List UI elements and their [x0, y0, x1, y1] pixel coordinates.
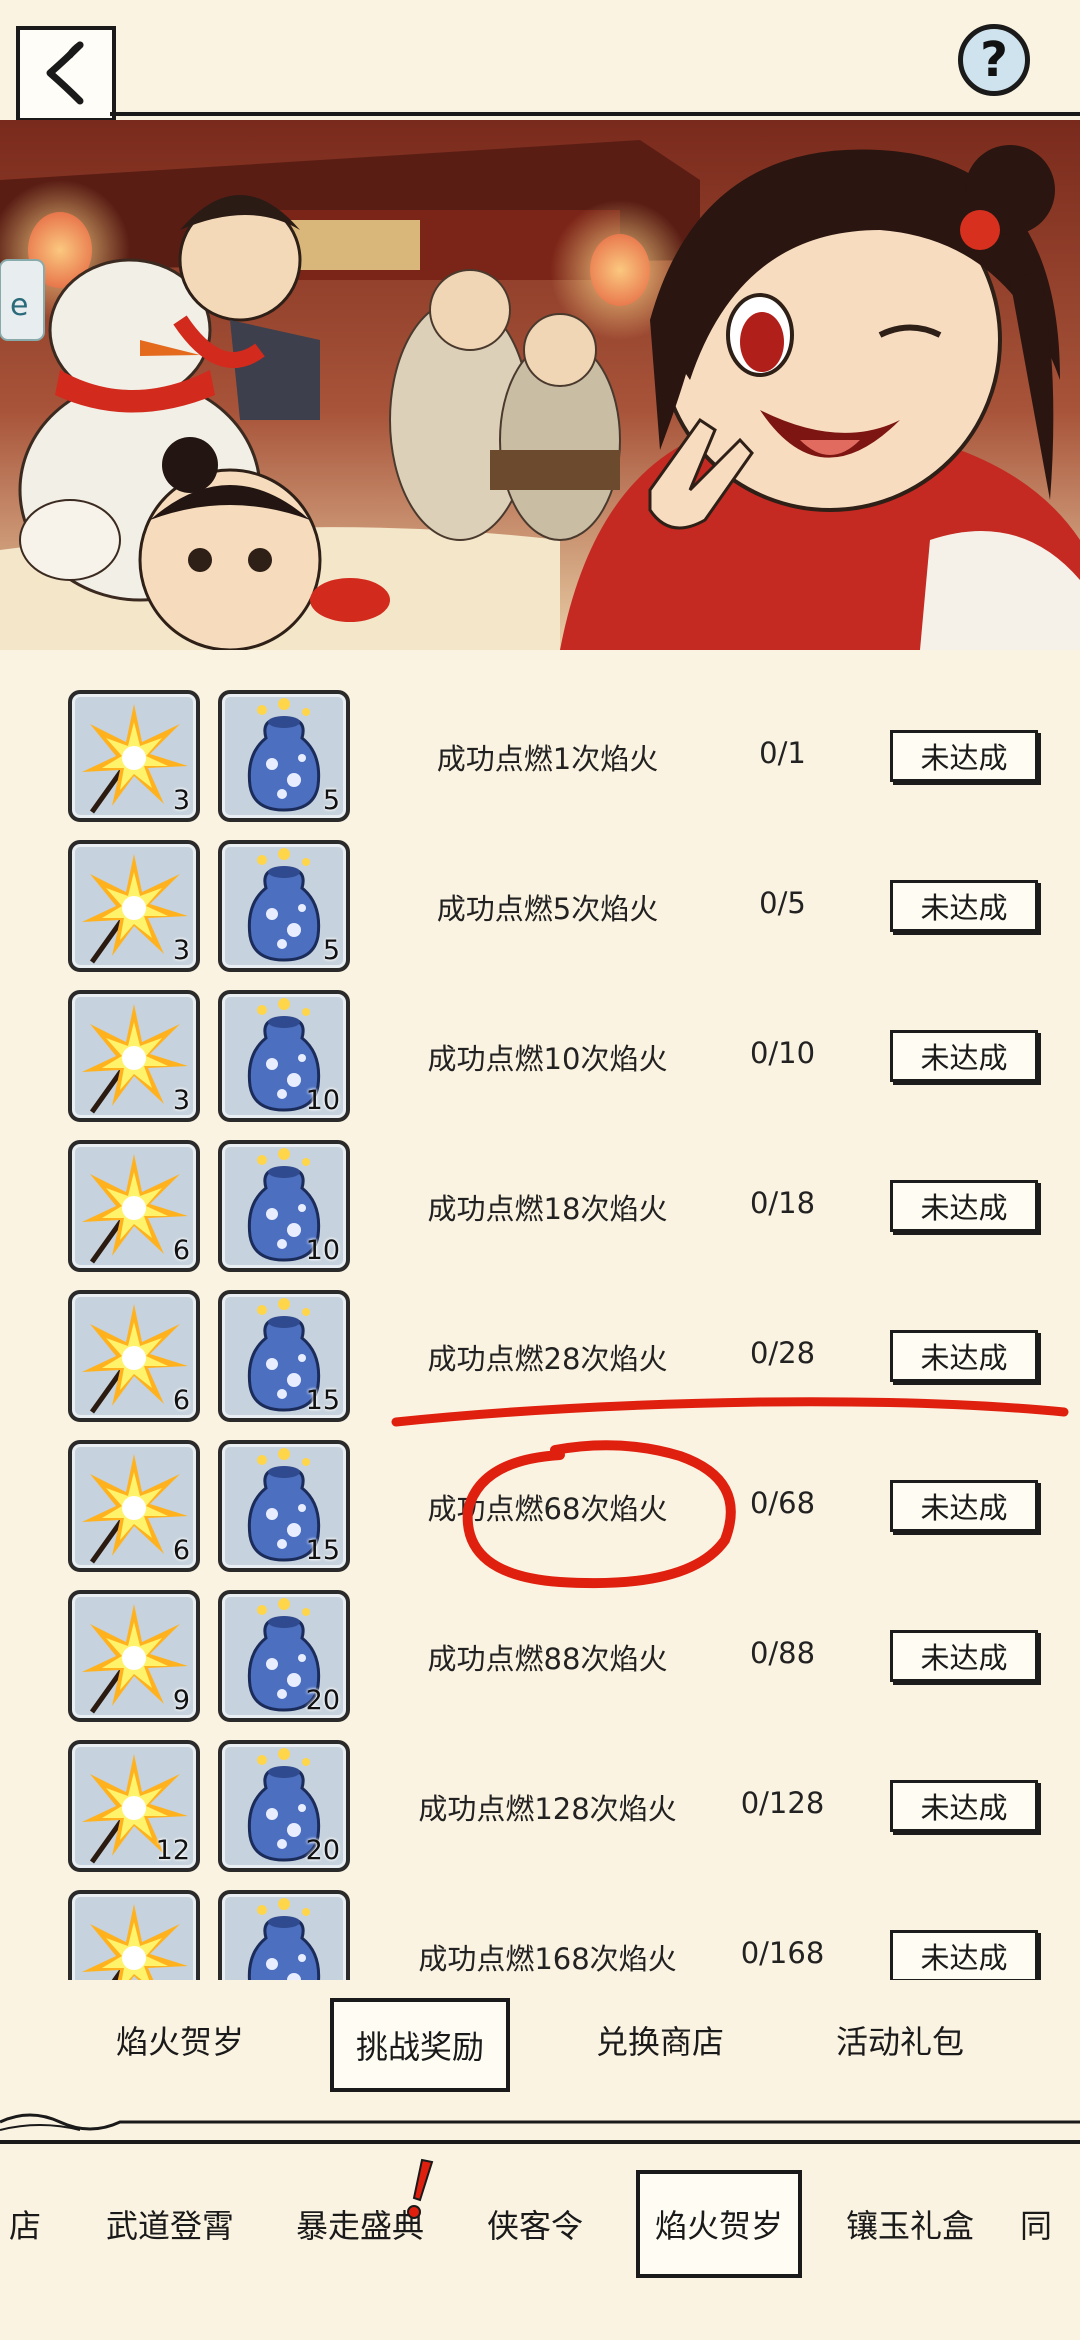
task-progress: 0/68: [749, 1486, 816, 1520]
bottom-tab-label: 同: [1020, 2207, 1053, 2245]
task-label: 成功点燃1次焰火: [436, 742, 659, 776]
chevron-left-icon: [46, 41, 84, 105]
task-progress: 0/5: [759, 886, 806, 920]
claim-status-button[interactable]: 未达成: [890, 1180, 1038, 1232]
bottom-tab-hero-order[interactable]: 侠客令: [470, 2170, 600, 2278]
bottom-tab-fireworks[interactable]: 焰火贺岁: [636, 2170, 802, 2278]
task-progress: 0/28: [749, 1336, 816, 1370]
header-divider: [110, 112, 1080, 116]
bottom-tab-jade-gift-box[interactable]: 镶玉礼盒: [830, 2170, 990, 2278]
task-label: 成功点燃168次焰火: [418, 1942, 677, 1976]
task-progress: 0/168: [740, 1936, 825, 1970]
claim-status-button[interactable]: 未达成: [890, 1330, 1038, 1382]
sub-tab-bar: 焰火贺岁 挑战奖励 兑换商店 活动礼包: [0, 1980, 1080, 2100]
help-icon: ?: [980, 32, 1008, 88]
claim-status-button[interactable]: 未达成: [890, 1630, 1038, 1682]
claim-status-button[interactable]: 未达成: [890, 1030, 1038, 1082]
claim-status-button[interactable]: 未达成: [890, 730, 1038, 782]
task-progress: 0/88: [749, 1636, 816, 1670]
jar-reward-item[interactable]: [218, 1890, 350, 1980]
task-label: 成功点燃68次焰火: [427, 1492, 668, 1526]
subtab-label: 活动礼包: [835, 2023, 964, 2061]
back-button[interactable]: [16, 26, 116, 122]
claim-status-label: 未达成: [920, 1491, 1008, 1525]
list-item: 6 15 成功点燃68次焰火 0/68 未达成: [0, 1400, 1080, 1572]
claim-status-button[interactable]: 未达成: [890, 1480, 1038, 1532]
subtab-label: 焰火贺岁: [115, 2023, 244, 2061]
task-label: 成功点燃88次焰火: [427, 1642, 668, 1676]
bottom-tab-label: 侠客令: [486, 2207, 583, 2245]
list-item: 6 15 成功点燃28次焰火 0/28 未达成: [0, 1250, 1080, 1422]
event-banner-illustration: e: [0, 120, 1080, 650]
list-item: 3 5 成功点燃1次焰火 0/1 未达成: [0, 650, 1080, 822]
task-label: 成功点燃10次焰火: [427, 1042, 668, 1076]
firework-reward-item[interactable]: [68, 1890, 200, 1980]
claim-status-label: 未达成: [920, 891, 1008, 925]
list-item: 12 20 成功点燃128次焰火 0/128 未达成: [0, 1700, 1080, 1872]
list-item: 3 10 成功点燃10次焰火 0/10 未达成: [0, 950, 1080, 1122]
claim-status-button[interactable]: 未达成: [890, 880, 1038, 932]
bottom-tab-label: 武道登霄: [105, 2207, 234, 2245]
claim-status-button[interactable]: 未达成: [890, 1780, 1038, 1832]
claim-status-label: 未达成: [920, 1341, 1008, 1375]
subtab-event-gift-pack[interactable]: 活动礼包: [810, 2002, 990, 2078]
subtab-challenge-rewards[interactable]: 挑战奖励: [330, 1998, 510, 2092]
claim-status-label: 未达成: [920, 1041, 1008, 1075]
bottom-tab-label: 镶玉礼盒: [845, 2207, 974, 2245]
bottom-tab-martial-ascent[interactable]: 武道登霄: [90, 2170, 250, 2278]
exclamation-alert-icon: [407, 2158, 434, 2219]
list-item: 成功点燃168次焰火 0/168 未达成: [0, 1850, 1080, 1980]
list-item: 6 10 成功点燃18次焰火 0/18 未达成: [0, 1100, 1080, 1272]
bottom-tab-bar: 店 武道登霄 暴走盛典 侠客令 焰火贺岁 镶玉礼盒 同: [0, 2140, 1080, 2340]
claim-status-label: 未达成: [920, 1191, 1008, 1225]
svg-text:e: e: [10, 288, 28, 323]
bottom-tab-label: 焰火贺岁: [654, 2207, 783, 2245]
task-label: 成功点燃128次焰火: [418, 1792, 677, 1826]
task-label: 成功点燃18次焰火: [427, 1192, 668, 1226]
subtab-label: 兑换商店: [595, 2023, 724, 2061]
task-progress: 0/128: [740, 1786, 825, 1820]
subtab-label: 挑战奖励: [355, 2028, 484, 2066]
subtab-fireworks[interactable]: 焰火贺岁: [90, 2002, 270, 2078]
star-jar-icon: [247, 1898, 321, 1980]
help-button[interactable]: ?: [958, 24, 1030, 96]
subtab-exchange-shop[interactable]: 兑换商店: [570, 2002, 750, 2078]
firework-icon: [82, 1904, 188, 1980]
list-item: 9 20 成功点燃88次焰火 0/88 未达成: [0, 1550, 1080, 1722]
challenge-reward-list[interactable]: 3 5 成功点燃1次焰火 0/1 未达成 3 5 成功点燃5次焰火 0/5 未达…: [0, 650, 1080, 1980]
bottom-tab-partial-left[interactable]: 店: [0, 2170, 50, 2278]
claim-status-button[interactable]: 未达成: [890, 1930, 1038, 1980]
claim-status-label: 未达成: [920, 1641, 1008, 1675]
task-progress: 0/1: [759, 736, 806, 770]
claim-status-label: 未达成: [920, 1941, 1008, 1975]
top-bar: ?: [0, 0, 1080, 122]
bottom-tab-label: 店: [8, 2207, 41, 2245]
claim-status-label: 未达成: [920, 1791, 1008, 1825]
wave-divider: [0, 2113, 1080, 2131]
task-label: 成功点燃5次焰火: [436, 892, 659, 926]
claim-status-label: 未达成: [920, 741, 1008, 775]
task-progress: 0/18: [749, 1186, 816, 1220]
task-progress: 0/10: [749, 1036, 816, 1070]
list-item: 3 5 成功点燃5次焰火 0/5 未达成: [0, 800, 1080, 972]
bottom-tab-partial-right[interactable]: 同: [1020, 2170, 1080, 2278]
task-label: 成功点燃28次焰火: [427, 1342, 668, 1376]
